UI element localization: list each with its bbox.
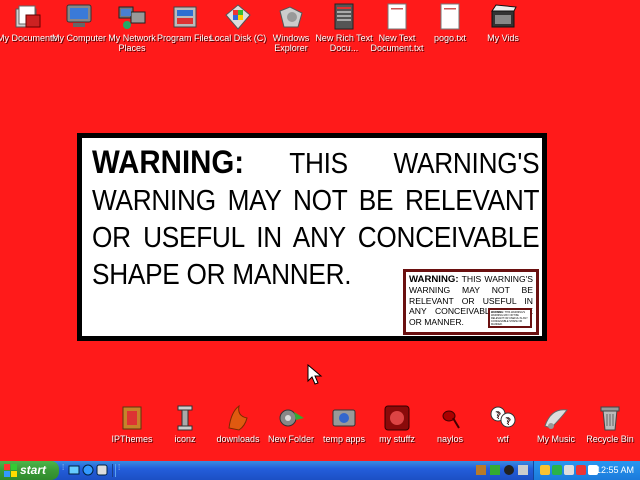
my-music-icon <box>541 404 571 432</box>
desktop-icon-label: iconz <box>174 434 196 444</box>
desktop-icon-label: pogo.txt <box>433 33 467 43</box>
taskbar-grip: ⁞ <box>118 463 121 472</box>
desktop-icon-label: My Vids <box>487 33 519 43</box>
app-tray-icon[interactable] <box>490 465 500 475</box>
new-folder-icon <box>276 404 306 432</box>
my-stuffz-icon <box>382 404 412 432</box>
start-label: start <box>20 463 47 477</box>
naylos-icon <box>435 404 465 432</box>
windows-logo-icon <box>4 464 17 477</box>
desktop-icon-label: naylos <box>436 434 463 444</box>
temp-apps-icon <box>329 404 359 432</box>
internet-explorer-icon[interactable] <box>82 464 94 476</box>
svg-text:?: ? <box>505 416 510 427</box>
start-button[interactable]: start <box>0 461 59 480</box>
nested-nested-warning-sign: WARNING: THIS WARNING'S WARNING MAY NOT … <box>488 308 532 328</box>
desktop-icon-label: Program Files <box>156 33 213 43</box>
nested-warning-sign: WARNING: THIS WARNING'S WARNING MAY NOT … <box>403 269 539 335</box>
clock[interactable]: 12:55 AM <box>596 461 634 480</box>
media-player-icon[interactable] <box>96 464 108 476</box>
system-tray: 12:55 AM <box>533 461 640 480</box>
recycle-bin-icon <box>595 404 625 432</box>
mouse-pointer-icon <box>307 364 323 385</box>
desktop-icon-label: New Text Document.txt <box>370 33 424 53</box>
desktop-icon-label: downloads <box>216 434 260 444</box>
downloads-icon <box>223 404 253 432</box>
warning-sign: WARNING: THIS WARNING'S WARNING MAY NOT … <box>77 133 547 341</box>
windows-explorer-icon <box>276 3 306 31</box>
desktop-icon-label: New Folder <box>267 434 314 444</box>
nested-nested-warning-body: THIS WARNING'S WARNING MAY NOT BE RELEVA… <box>491 311 528 326</box>
desktop-icon-label: my stuffz <box>379 434 415 444</box>
my-computer-icon <box>64 3 94 31</box>
my-vids-icon <box>488 3 518 31</box>
local-disk-icon <box>223 3 253 31</box>
desktop-icon-recycle-bin[interactable]: Recycle Bin <box>578 404 640 444</box>
desktop-icon-label: temp apps <box>322 434 366 444</box>
app-tray-icon[interactable] <box>504 465 514 475</box>
svg-text:?: ? <box>495 410 500 421</box>
taskbar: start ⁞ ⁞ 12:55 AM <box>0 461 640 480</box>
desktop-icon-label: Windows Explorer <box>272 33 310 53</box>
desktop-icon-label: IPThemes <box>111 434 153 444</box>
desktop-icon-label: wtf <box>497 434 509 444</box>
iconz-icon <box>170 404 200 432</box>
show-desktop-icon[interactable] <box>68 464 80 476</box>
desktop-icon-label: My Music <box>537 434 575 444</box>
desktop-icon-label: Recycle Bin <box>586 434 634 444</box>
taskbar-grip: ⁞ <box>62 463 65 472</box>
safely-remove-icon[interactable] <box>564 465 574 475</box>
ipthemes-icon <box>117 404 147 432</box>
network-status-icon[interactable] <box>552 465 562 475</box>
rich-text-document-icon <box>329 3 359 31</box>
desktop-icon-label: Local Disk (C) <box>209 33 267 43</box>
nested-warning-heading: WARNING: <box>409 274 459 285</box>
desktop-icon-my-vids[interactable]: My Vids <box>471 3 535 43</box>
network-places-icon <box>117 3 147 31</box>
desktop-icon-label: My Computer <box>51 33 106 43</box>
program-files-icon <box>170 3 200 31</box>
app-tray-icon[interactable] <box>518 465 528 475</box>
security-alert-icon[interactable] <box>576 465 586 475</box>
wtf-icon: ?? <box>488 404 518 432</box>
warning-heading: WARNING: <box>92 144 245 180</box>
messenger-icon[interactable] <box>540 465 550 475</box>
text-file-icon <box>435 3 465 31</box>
my-documents-icon <box>12 3 42 31</box>
text-document-icon <box>382 3 412 31</box>
app-tray-icon[interactable] <box>476 465 486 475</box>
desktop-icon-label: My Network Places <box>108 33 156 53</box>
taskbar-separator <box>112 464 116 477</box>
